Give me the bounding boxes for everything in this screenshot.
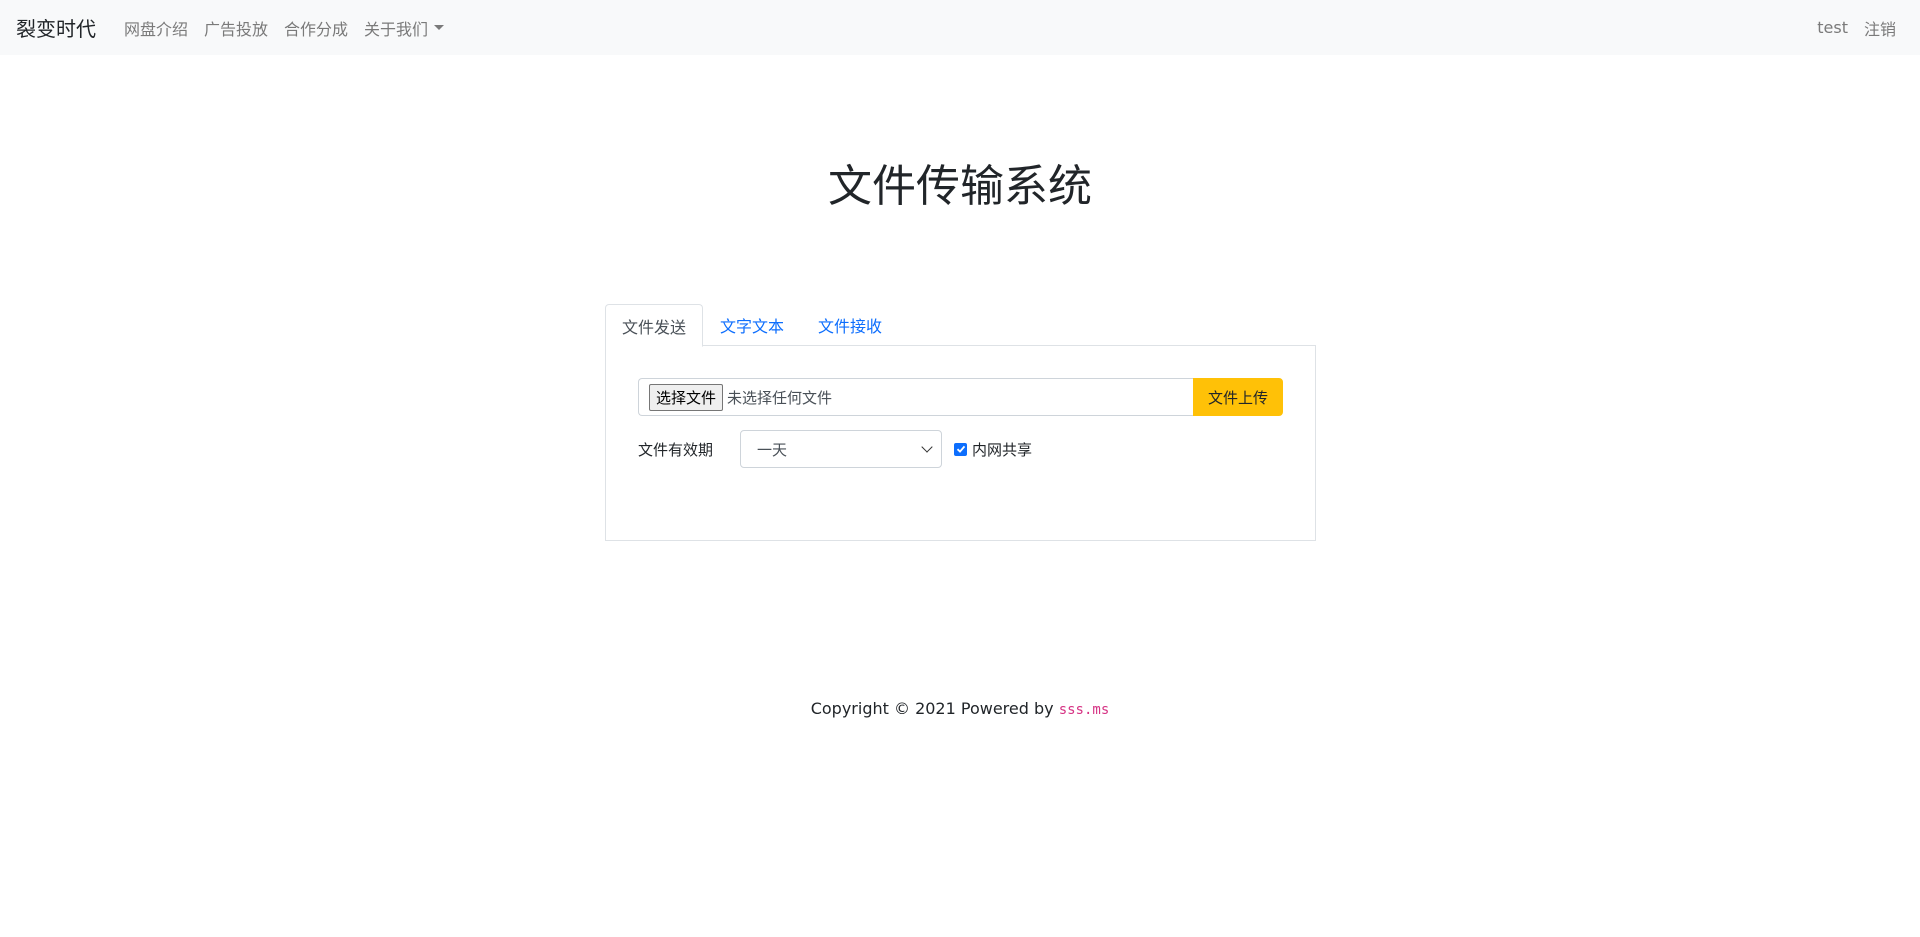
nav-user-area: test 注销 <box>1809 16 1904 40</box>
intranet-share-option: 内网共享 <box>954 439 1032 460</box>
tab-text[interactable]: 文字文本 <box>703 304 801 346</box>
expiry-select[interactable]: 一天 <box>740 430 942 468</box>
nav-dropdown-about[interactable]: 关于我们 <box>356 16 452 40</box>
footer: Copyright © 2021 Powered by sss.ms <box>0 699 1920 718</box>
choose-file-button[interactable]: 选择文件 <box>649 383 724 411</box>
nav-dropdown-about-label: 关于我们 <box>364 19 429 39</box>
transfer-panel: 文件发送 文字文本 文件接收 选择文件 未选择任何文件 文件上传 文件有效期 一… <box>605 304 1316 541</box>
expiry-select-value: 一天 <box>757 440 788 459</box>
footer-powered-link[interactable]: sss.ms <box>1059 702 1110 718</box>
nav-link-intro[interactable]: 网盘介绍 <box>116 16 196 40</box>
nav-link-ads[interactable]: 广告投放 <box>196 16 276 40</box>
tab-file-send[interactable]: 文件发送 <box>605 304 704 347</box>
file-status-text: 未选择任何文件 <box>727 388 833 407</box>
footer-copyright: Copyright © 2021 Powered by <box>810 699 1059 718</box>
expiry-label: 文件有效期 <box>638 440 714 459</box>
nav-user-link[interactable]: test <box>1809 18 1856 37</box>
file-input[interactable]: 选择文件 未选择任何文件 <box>638 378 1193 416</box>
nav-links: 网盘介绍 广告投放 合作分成 关于我们 <box>116 16 452 40</box>
upload-button[interactable]: 文件上传 <box>1193 378 1283 416</box>
caret-down-icon <box>434 25 445 30</box>
tab-bar: 文件发送 文字文本 文件接收 <box>605 304 1316 347</box>
checkmark-icon <box>956 445 965 453</box>
nav-link-partner[interactable]: 合作分成 <box>276 16 356 40</box>
tab-pane-file-send: 选择文件 未选择任何文件 文件上传 文件有效期 一天 内网共享 <box>605 346 1316 541</box>
intranet-share-label: 内网共享 <box>972 440 1033 459</box>
page-title: 文件传输系统 <box>828 161 1092 212</box>
chevron-down-icon <box>921 441 933 453</box>
navbar: 裂变时代 网盘介绍 广告投放 合作分成 关于我们 test 注销 <box>0 0 1920 55</box>
logout-link[interactable]: 注销 <box>1856 16 1904 40</box>
options-row: 文件有效期 一天 内网共享 <box>638 430 1283 468</box>
tab-file-receive[interactable]: 文件接收 <box>801 304 899 346</box>
brand-logo[interactable]: 裂变时代 <box>16 13 96 42</box>
upload-group: 选择文件 未选择任何文件 文件上传 <box>638 378 1283 416</box>
intranet-share-checkbox[interactable] <box>954 442 967 456</box>
